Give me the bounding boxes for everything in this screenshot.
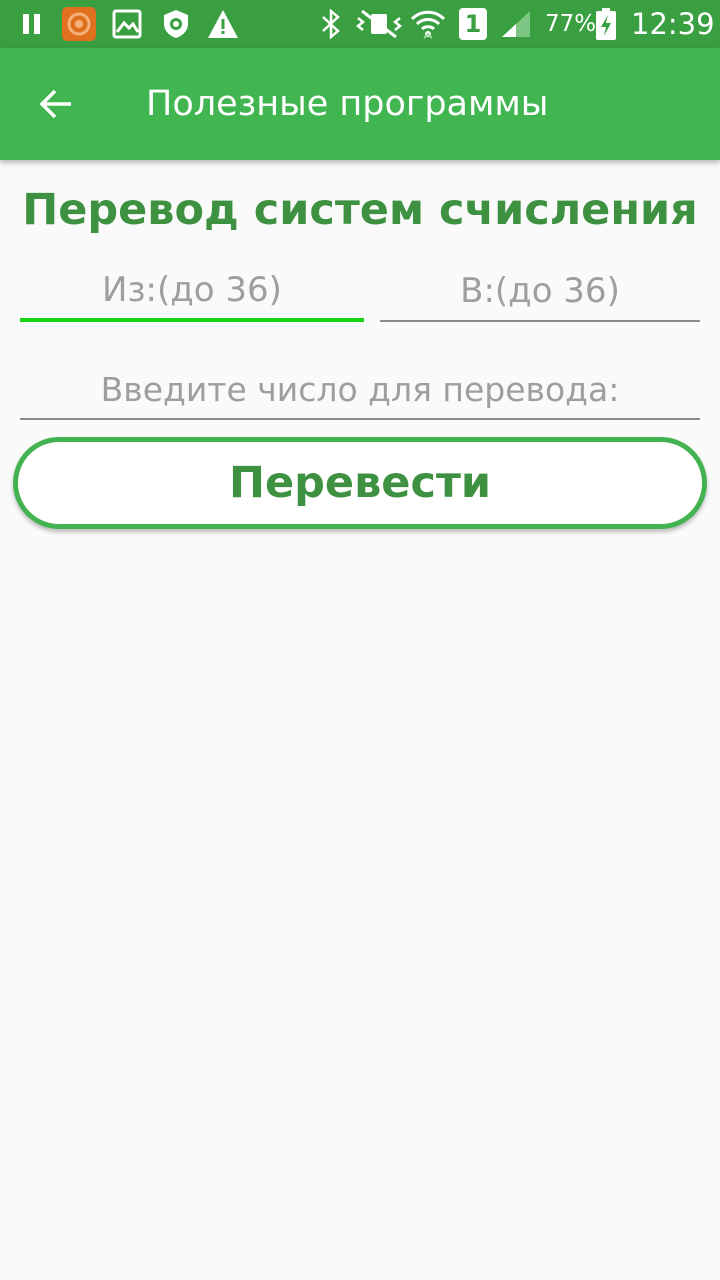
number-field[interactable] xyxy=(20,360,700,420)
to-base-input[interactable] xyxy=(380,262,700,320)
status-time: 12:39 xyxy=(631,7,715,41)
page-title: Перевод систем счисления xyxy=(22,185,698,235)
convert-button[interactable]: Перевести xyxy=(13,437,707,529)
battery-percent: 77% xyxy=(545,11,597,37)
wifi-icon xyxy=(408,0,448,48)
arrow-back-icon xyxy=(39,89,71,119)
from-base-input[interactable] xyxy=(20,262,364,318)
vibrate-icon xyxy=(352,0,406,48)
antivirus-shield-icon xyxy=(158,0,194,48)
sim-icon: 1 xyxy=(456,0,490,48)
signal-icon xyxy=(498,0,534,48)
from-base-field[interactable] xyxy=(20,262,364,322)
battery-charging-icon xyxy=(594,0,618,48)
app-bar: Полезные программы xyxy=(0,48,720,160)
pause-icon xyxy=(16,0,48,48)
warning-icon xyxy=(206,0,240,48)
status-bar: 1 77% 12:39 xyxy=(0,0,720,48)
app-notification-icon xyxy=(60,0,98,48)
sim-number: 1 xyxy=(459,8,487,40)
app-bar-title: Полезные программы xyxy=(146,84,549,124)
back-button[interactable] xyxy=(24,76,88,132)
to-base-field[interactable] xyxy=(380,262,700,322)
image-icon xyxy=(110,0,144,48)
number-input[interactable] xyxy=(20,360,700,418)
bluetooth-icon xyxy=(318,0,344,48)
